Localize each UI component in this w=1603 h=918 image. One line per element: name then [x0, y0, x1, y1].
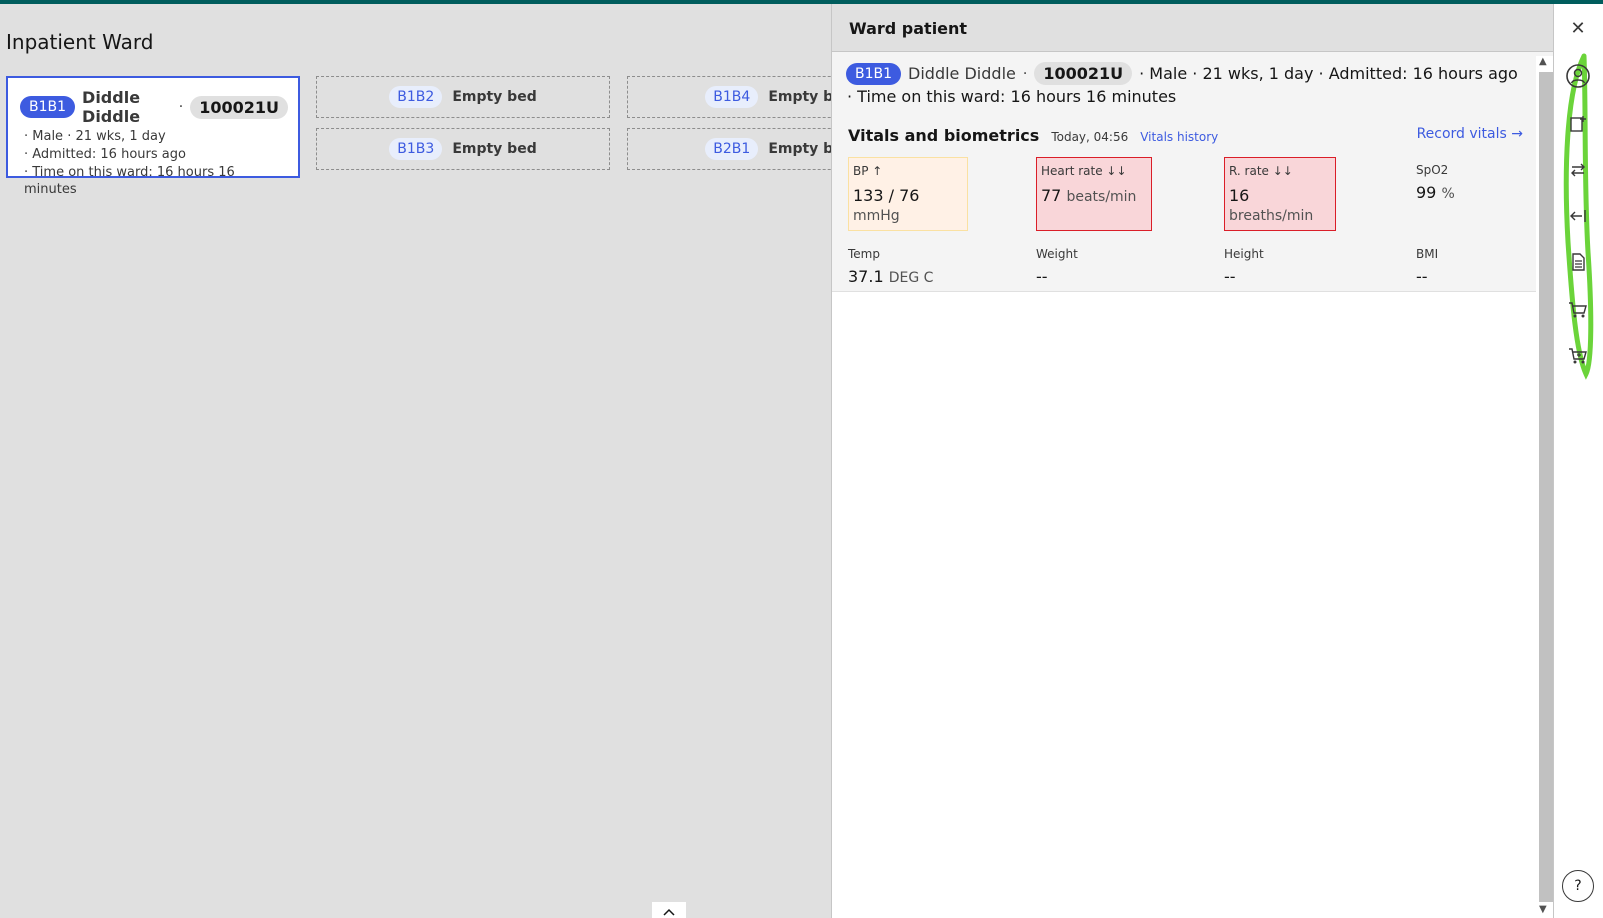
close-button[interactable]: ✕	[1554, 8, 1602, 48]
empty-bed-card[interactable]: B2B1 Empty be	[627, 128, 831, 170]
cart-add-icon	[1569, 348, 1587, 364]
record-vitals-label: Record vitals	[1416, 126, 1507, 142]
empty-bed-card[interactable]: B1B4 Empty be	[627, 76, 831, 118]
vital-unit: breaths/min	[1229, 208, 1314, 224]
bed-number-tag: B1B3	[389, 138, 443, 160]
panel-scrollbar[interactable]: ▲ ▼	[1536, 56, 1553, 918]
arrow-up-icon: ↑	[872, 164, 883, 178]
arrow-down-double-icon: ↓↓	[1272, 164, 1293, 178]
orders-cart-button[interactable]	[1554, 290, 1602, 330]
vitals-title: Vitals and biometrics	[848, 126, 1040, 145]
vital-unit: DEG C	[888, 270, 934, 286]
record-vitals-link[interactable]: Record vitals →	[1417, 126, 1523, 142]
vital-heart-rate: Heart rate ↓↓ 77 beats/min	[1036, 157, 1152, 231]
vital-value: 99	[1416, 183, 1437, 202]
scroll-up-button[interactable]	[652, 902, 686, 918]
patient-id-tag: 100021U	[1034, 62, 1133, 85]
empty-bed-label: Empty bed	[452, 89, 537, 105]
patient-name: Diddle Diddle	[908, 64, 1016, 83]
close-icon: ✕	[1570, 17, 1586, 39]
document-button[interactable]	[1554, 242, 1602, 282]
empty-bed-label: Empty be	[768, 89, 831, 105]
vital-label: Weight	[1036, 247, 1078, 261]
vital-label: SpO2	[1416, 163, 1449, 177]
vital-value: --	[1036, 267, 1048, 286]
transfer-button[interactable]	[1554, 150, 1602, 190]
empty-bed-label: Empty bed	[452, 141, 537, 157]
patient-admitted: · Admitted: 16 hours ago	[24, 147, 186, 162]
bed-number-tag: B1B1	[20, 96, 76, 118]
help-button[interactable]: ?	[1562, 870, 1594, 902]
vital-label: BP	[853, 164, 869, 178]
patient-meta: · Male · 21 wks, 1 day · Admitted: 16 ho…	[1139, 64, 1518, 83]
vital-value: --	[1416, 267, 1428, 286]
vital-value: 77	[1041, 186, 1062, 205]
patient-id-tag: 100021U	[190, 95, 288, 119]
vital-label: Heart rate	[1041, 164, 1103, 178]
help-icon: ?	[1574, 878, 1582, 894]
transfer-icon	[1571, 163, 1585, 177]
bed-number-tag: B2B1	[705, 138, 759, 160]
empty-bed-label: Empty be	[768, 141, 831, 157]
bed-number-tag: B1B4	[705, 86, 759, 108]
empty-bed-card[interactable]: B1B3 Empty bed	[316, 128, 610, 170]
arrow-right-icon: →	[1511, 126, 1523, 142]
discharge-button[interactable]	[1554, 196, 1602, 236]
ward-view: Inpatient Ward B1B1 Diddle Diddle · 1000…	[0, 4, 831, 918]
empty-bed-card[interactable]: B1B2 Empty bed	[316, 76, 610, 118]
bed-number-tag: B1B2	[389, 86, 443, 108]
vital-value: --	[1224, 267, 1236, 286]
patient-demographics: · Male · 21 wks, 1 day	[24, 129, 166, 144]
scrollbar-thumb[interactable]	[1539, 72, 1553, 902]
vitals-grid: BP ↑ 133 / 76 mmHg Heart rate ↓↓ 77 beat…	[848, 157, 1533, 292]
separator: ·	[1022, 65, 1028, 82]
discharge-icon	[1570, 210, 1586, 222]
vital-unit: %	[1441, 186, 1455, 202]
vital-spo2: SpO2 99 %	[1412, 157, 1532, 231]
document-icon	[1572, 253, 1585, 271]
chevron-up-icon	[663, 908, 675, 916]
scroll-down-arrow-icon[interactable]: ▼	[1539, 904, 1547, 915]
vital-unit: beats/min	[1066, 189, 1137, 205]
patient-name: Diddle Diddle	[82, 88, 141, 126]
vitals-section: Vitals and biometrics Today, 04:56 Vital…	[832, 106, 1553, 292]
add-note-button[interactable]	[1554, 104, 1602, 144]
patient-summary-icon	[1566, 64, 1590, 88]
patient-banner: B1B1 Diddle Diddle · 100021U · Male · 21…	[832, 52, 1553, 106]
vital-bp: BP ↑ 133 / 76 mmHg	[848, 157, 968, 231]
separator: ·	[178, 99, 184, 115]
vital-value: 133 / 76	[853, 186, 920, 205]
vital-label: Height	[1224, 247, 1264, 261]
patient-time-on-ward: · Time on this ward: 16 hours 16 minutes	[24, 165, 235, 197]
patient-time-on-ward: · Time on this ward: 16 hours 16 minutes	[847, 87, 1177, 106]
patient-summary-button[interactable]	[1554, 56, 1602, 96]
vital-value: 16	[1229, 186, 1250, 205]
vital-value: 37.1	[848, 267, 884, 286]
vital-unit: mmHg	[853, 208, 900, 224]
add-to-cart-button[interactable]	[1554, 336, 1602, 376]
page-title: Inpatient Ward	[6, 30, 154, 54]
vital-weight: Weight --	[1036, 241, 1224, 292]
panel-title: Ward patient	[832, 4, 1553, 52]
vital-label: BMI	[1416, 247, 1439, 261]
side-nav-rail: ✕ ?	[1553, 4, 1603, 918]
add-note-icon	[1570, 116, 1586, 132]
vitals-timestamp: Today, 04:56	[1051, 130, 1129, 144]
vital-respiratory-rate: R. rate ↓↓ 16 breaths/min	[1224, 157, 1336, 231]
vital-label: R. rate	[1229, 164, 1269, 178]
vitals-history-link[interactable]: Vitals history	[1140, 130, 1218, 144]
occupied-bed-card[interactable]: B1B1 Diddle Diddle · 100021U · Male · 21…	[6, 76, 300, 197]
vital-bmi: BMI --	[1412, 241, 1532, 292]
ward-patient-panel: Ward patient B1B1 Diddle Diddle · 100021…	[831, 4, 1553, 918]
vital-temp: Temp 37.1 DEG C	[848, 241, 1036, 292]
arrow-down-double-icon: ↓↓	[1106, 164, 1127, 178]
scroll-up-arrow-icon[interactable]: ▲	[1539, 56, 1547, 67]
cart-icon	[1569, 302, 1587, 318]
bed-number-tag: B1B1	[846, 62, 902, 85]
vital-label: Temp	[848, 247, 880, 261]
vital-height: Height --	[1224, 241, 1412, 292]
